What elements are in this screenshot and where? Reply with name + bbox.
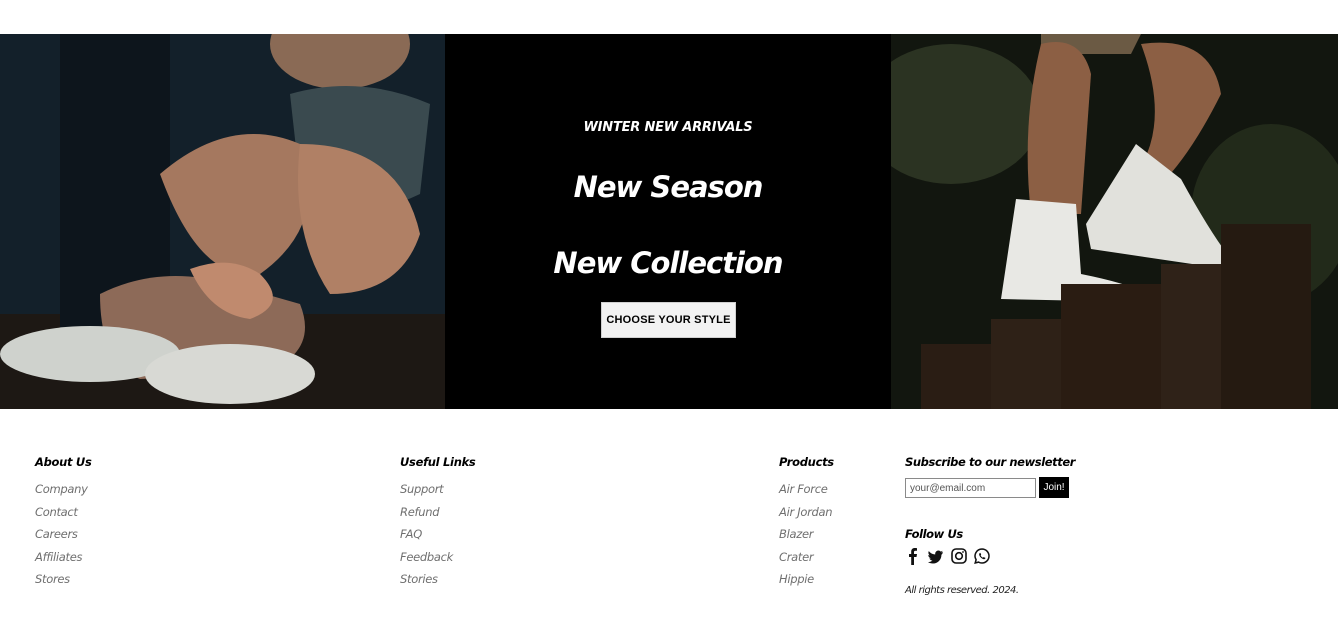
footer-link-crater[interactable]: Crater [779,550,834,573]
footer-products-title: Products [779,455,834,469]
footer-link-air-jordan[interactable]: Air Jordan [779,505,834,528]
footer-about-column: About Us Company Contact Careers Affilia… [35,455,92,595]
woman-tying-sneakers-image [0,34,445,409]
footer-link-blazer-text[interactable]: Blazer [779,527,813,541]
promo-headline-collection: New Collection [553,246,783,280]
white-high-top-sneakers-image [891,34,1338,409]
footer-link-support[interactable]: Support [400,482,475,505]
footer-link-refund[interactable]: Refund [400,505,475,528]
footer-link-stories[interactable]: Stories [400,572,475,595]
footer-link-blazer[interactable]: Blazer [779,527,834,550]
footer-link-company[interactable]: Company [35,482,92,505]
footer-link-air-jordan-text[interactable]: Air Jordan [779,505,833,519]
footer-link-faq[interactable]: FAQ [400,527,475,550]
footer-link-contact-text[interactable]: Contact [35,505,78,519]
footer-products-links: Air Force Air Jordan Blazer Crater Hippi… [779,482,834,595]
footer-link-stores-text[interactable]: Stores [35,572,70,586]
footer-link-air-force[interactable]: Air Force [779,482,834,505]
footer-link-support-text[interactable]: Support [400,482,444,496]
follow-us-title: Follow Us [905,527,963,541]
footer-link-faq-text[interactable]: FAQ [400,527,422,541]
footer-link-company-text[interactable]: Company [35,482,88,496]
whatsapp-icon[interactable] [974,547,990,565]
hero-banner: WINTER NEW ARRIVALS New Season New Colle… [0,34,1338,409]
footer-link-crater-text[interactable]: Crater [779,550,814,564]
twitter-icon[interactable] [928,547,944,565]
footer-link-contact[interactable]: Contact [35,505,92,528]
woman-tying-sneakers-illustration [0,34,445,409]
white-high-top-sneakers-illustration [891,34,1338,409]
footer-link-stories-text[interactable]: Stories [400,572,438,586]
footer-link-feedback-text[interactable]: Feedback [400,550,453,564]
footer-useful-column: Useful Links Support Refund FAQ Feedback… [400,455,476,595]
footer-link-air-force-text[interactable]: Air Force [779,482,828,496]
footer-link-careers[interactable]: Careers [35,527,92,550]
newsletter-join-button[interactable]: Join! [1039,477,1069,498]
promo-kicker: WINTER NEW ARRIVALS [583,120,753,135]
newsletter-email-input[interactable] [905,478,1036,498]
footer-link-careers-text[interactable]: Careers [35,527,78,541]
copyright-text: All rights reserved. 2024. [905,585,1019,596]
footer-useful-links: Support Refund FAQ Feedback Stories [400,482,475,595]
footer-useful-title: Useful Links [400,455,476,469]
footer-link-stores[interactable]: Stores [35,572,92,595]
footer-about-links: Company Contact Careers Affiliates Store… [35,482,92,595]
promo-panel: WINTER NEW ARRIVALS New Season New Colle… [445,34,891,409]
social-links [905,547,990,565]
footer-about-title: About Us [35,455,92,469]
footer-products-column: Products Air Force Air Jordan Blazer Cra… [779,455,834,595]
footer-link-feedback[interactable]: Feedback [400,550,475,573]
footer-link-affiliates-text[interactable]: Affiliates [35,550,82,564]
footer-link-hippie-text[interactable]: Hippie [779,572,814,586]
footer-link-refund-text[interactable]: Refund [400,505,440,519]
facebook-icon[interactable] [905,547,921,565]
footer-link-hippie[interactable]: Hippie [779,572,834,595]
choose-style-button[interactable]: CHOOSE YOUR STYLE [601,302,736,338]
promo-headline-season: New Season [573,170,764,204]
footer-link-affiliates[interactable]: Affiliates [35,550,92,573]
instagram-icon[interactable] [951,547,967,565]
newsletter-title: Subscribe to our newsletter [905,455,1076,469]
